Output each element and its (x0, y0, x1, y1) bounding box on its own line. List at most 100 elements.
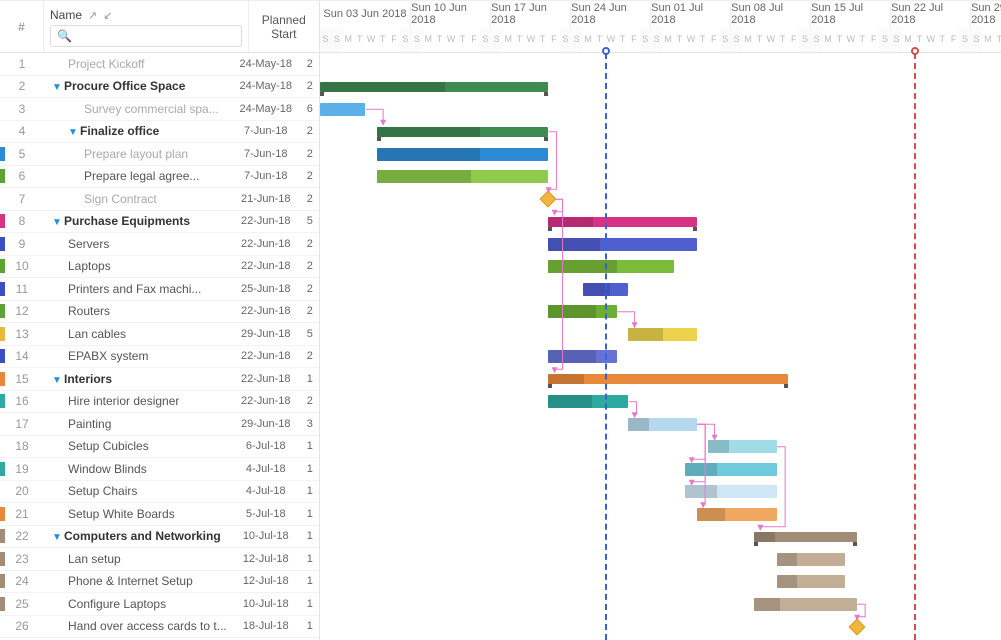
task-bar[interactable] (628, 328, 697, 341)
row-name[interactable]: Hand over access cards to t... (44, 619, 231, 633)
search-box[interactable]: 🔍 (50, 25, 242, 47)
sort-desc-icon[interactable]: ↙ (103, 9, 112, 22)
row-duration: 3 (301, 418, 319, 430)
task-bar[interactable] (754, 598, 857, 611)
task-bar[interactable] (777, 553, 846, 566)
task-row[interactable]: 10Laptops22-Jun-182 (0, 256, 319, 279)
task-row[interactable]: 17Painting29-Jun-183 (0, 413, 319, 436)
task-row[interactable]: 12Routers22-Jun-182 (0, 301, 319, 324)
expand-caret-icon[interactable]: ▼ (68, 127, 78, 138)
progress-overlay (548, 238, 600, 251)
row-name[interactable]: Survey commercial spa... (44, 102, 231, 116)
day-header: T (514, 27, 525, 53)
task-row[interactable]: 11Printers and Fax machi...25-Jun-182 (0, 278, 319, 301)
expand-caret-icon[interactable]: ▼ (52, 217, 62, 228)
expand-caret-icon[interactable]: ▼ (52, 532, 62, 543)
row-planned-start: 22-Jun-18 (231, 260, 301, 272)
task-bar[interactable] (548, 395, 628, 408)
row-name[interactable]: Lan cables (44, 327, 231, 341)
row-name[interactable]: ▼Interiors (44, 372, 231, 386)
row-name[interactable]: Project Kickoff (44, 57, 231, 71)
task-row[interactable]: 22▼Computers and Networking10-Jul-181 (0, 526, 319, 549)
task-bar[interactable] (377, 170, 548, 183)
col-name-label[interactable]: Name (50, 8, 82, 22)
task-row[interactable]: 5Prepare layout plan7-Jun-182 (0, 143, 319, 166)
task-bar[interactable] (628, 418, 697, 431)
task-row[interactable]: 4▼Finalize office7-Jun-182 (0, 121, 319, 144)
expand-caret-icon[interactable]: ▼ (52, 375, 62, 386)
task-bar[interactable] (377, 148, 548, 161)
row-name[interactable]: Hire interior designer (44, 394, 231, 408)
row-name[interactable]: Setup White Boards (44, 507, 231, 521)
row-name[interactable]: ▼Computers and Networking (44, 529, 231, 543)
row-name[interactable]: Painting (44, 417, 231, 431)
task-row[interactable]: 13Lan cables29-Jun-185 (0, 323, 319, 346)
task-row[interactable]: 18Setup Cubicles6-Jul-181 (0, 436, 319, 459)
task-bar[interactable] (685, 485, 776, 498)
task-row[interactable]: 8▼Purchase Equipments22-Jun-185 (0, 211, 319, 234)
task-row[interactable]: 16Hire interior designer22-Jun-182 (0, 391, 319, 414)
col-planned-start-header[interactable]: Planned Start (249, 1, 319, 52)
task-row[interactable]: 3Survey commercial spa...24-May-186 (0, 98, 319, 121)
row-name[interactable]: ▼Finalize office (44, 124, 231, 138)
progress-overlay (777, 575, 798, 588)
row-name[interactable]: Setup Cubicles (44, 439, 231, 453)
task-row[interactable]: 14EPABX system22-Jun-182 (0, 346, 319, 369)
task-row[interactable]: 1Project Kickoff24-May-182 (0, 53, 319, 76)
row-name[interactable]: Phone & Internet Setup (44, 574, 231, 588)
col-index-header[interactable]: # (0, 1, 44, 52)
row-color-marker (0, 574, 5, 588)
gantt-panel: Sun 03 Jun 2018Sun 10 Jun 2018Sun 17 Jun… (320, 1, 1001, 640)
row-name[interactable]: Sign Contract (44, 192, 231, 206)
row-name[interactable]: Prepare legal agree... (44, 169, 231, 183)
gantt-chart[interactable] (320, 53, 1001, 640)
row-name[interactable]: ▼Purchase Equipments (44, 214, 231, 228)
task-row[interactable]: 24Phone & Internet Setup12-Jul-181 (0, 571, 319, 594)
week-header: Sun 03 Jun 2018 (320, 1, 411, 27)
task-row[interactable]: 15▼Interiors22-Jun-181 (0, 368, 319, 391)
task-bar[interactable] (548, 260, 674, 273)
row-name[interactable]: Prepare layout plan (44, 147, 231, 161)
day-header: T (354, 27, 365, 53)
expand-caret-icon[interactable]: ▼ (52, 82, 62, 93)
search-input[interactable] (76, 29, 235, 43)
task-row[interactable]: 2▼Procure Office Space24-May-182 (0, 76, 319, 99)
row-name[interactable]: Printers and Fax machi... (44, 282, 231, 296)
row-name[interactable]: Servers (44, 237, 231, 251)
row-name[interactable]: EPABX system (44, 349, 231, 363)
task-row[interactable]: 23Lan setup12-Jul-181 (0, 548, 319, 571)
task-row[interactable]: 26Hand over access cards to t...18-Jul-1… (0, 616, 319, 639)
row-name[interactable]: Laptops (44, 259, 231, 273)
task-bar[interactable] (708, 440, 777, 453)
summary-bar[interactable] (548, 217, 697, 227)
row-name[interactable]: Configure Laptops (44, 597, 231, 611)
milestone[interactable] (848, 618, 865, 635)
task-row[interactable]: 6Prepare legal agree...7-Jun-182 (0, 166, 319, 189)
day-header: F (788, 27, 799, 53)
row-name[interactable]: Window Blinds (44, 462, 231, 476)
summary-bar[interactable] (320, 82, 549, 92)
task-row[interactable]: 20Setup Chairs4-Jul-181 (0, 481, 319, 504)
task-row[interactable]: 9Servers22-Jun-182 (0, 233, 319, 256)
summary-bar[interactable] (754, 532, 857, 542)
task-row[interactable]: 7Sign Contract21-Jun-182 (0, 188, 319, 211)
task-bar[interactable] (697, 508, 777, 521)
summary-bar[interactable] (548, 374, 788, 384)
summary-bar[interactable] (377, 127, 548, 137)
sort-asc-icon[interactable]: ↗ (88, 9, 97, 22)
task-row[interactable]: 25Configure Laptops10-Jul-181 (0, 593, 319, 616)
row-name[interactable]: Lan setup (44, 552, 231, 566)
row-planned-start: 24-May-18 (231, 103, 301, 115)
row-name[interactable]: Setup Chairs (44, 484, 231, 498)
row-name[interactable]: Routers (44, 304, 231, 318)
progress-overlay (708, 440, 729, 453)
task-bar[interactable] (548, 238, 697, 251)
milestone[interactable] (540, 191, 557, 208)
task-bar[interactable] (777, 575, 846, 588)
day-header: S (971, 27, 982, 53)
task-bar[interactable] (320, 103, 366, 116)
row-name[interactable]: ▼Procure Office Space (44, 79, 231, 93)
task-row[interactable]: 21Setup White Boards5-Jul-181 (0, 503, 319, 526)
task-bar[interactable] (685, 463, 776, 476)
task-row[interactable]: 19Window Blinds4-Jul-181 (0, 458, 319, 481)
